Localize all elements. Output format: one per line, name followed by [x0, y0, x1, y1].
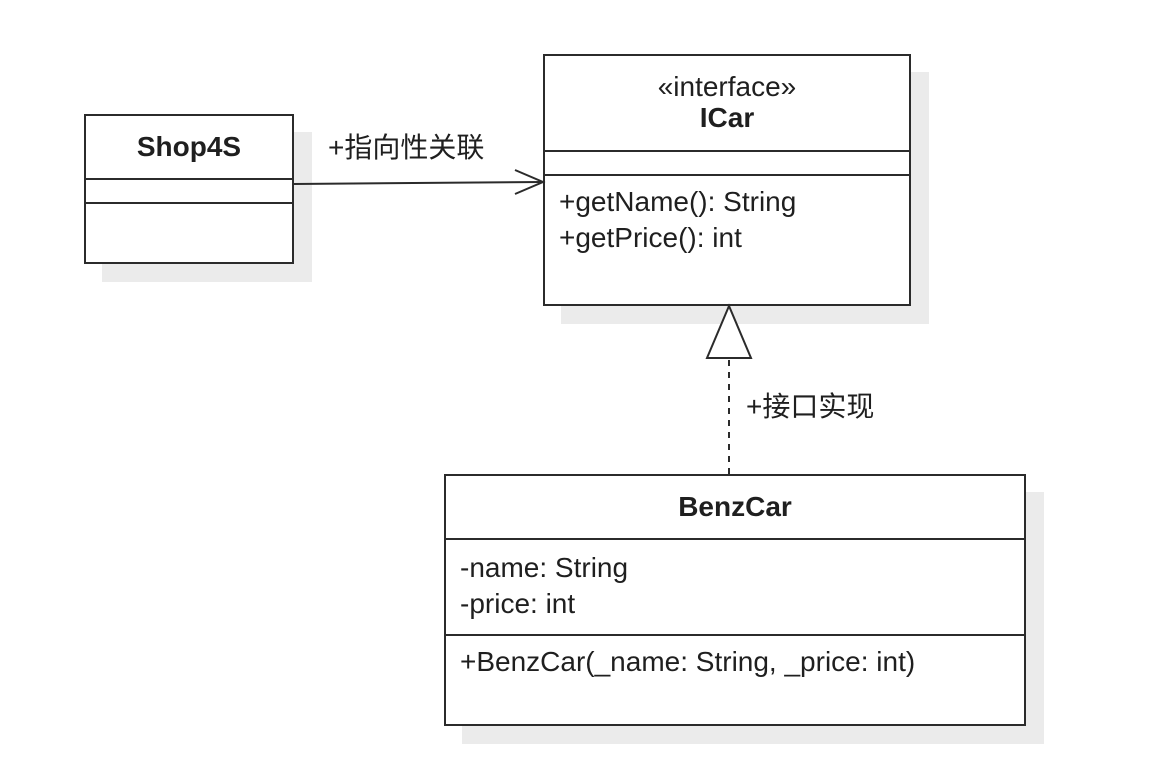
uml-class-diagram: Shop4S «interface» ICar +getName(): Stri…	[0, 0, 1152, 778]
relationship-connectors	[293, 169, 753, 474]
directed-association-line[interactable]	[293, 181, 544, 185]
hollow-triangle-arrowhead-icon	[705, 303, 753, 359]
realization-label: +接口实现	[746, 391, 875, 422]
association-label: +指向性关联	[328, 132, 485, 163]
